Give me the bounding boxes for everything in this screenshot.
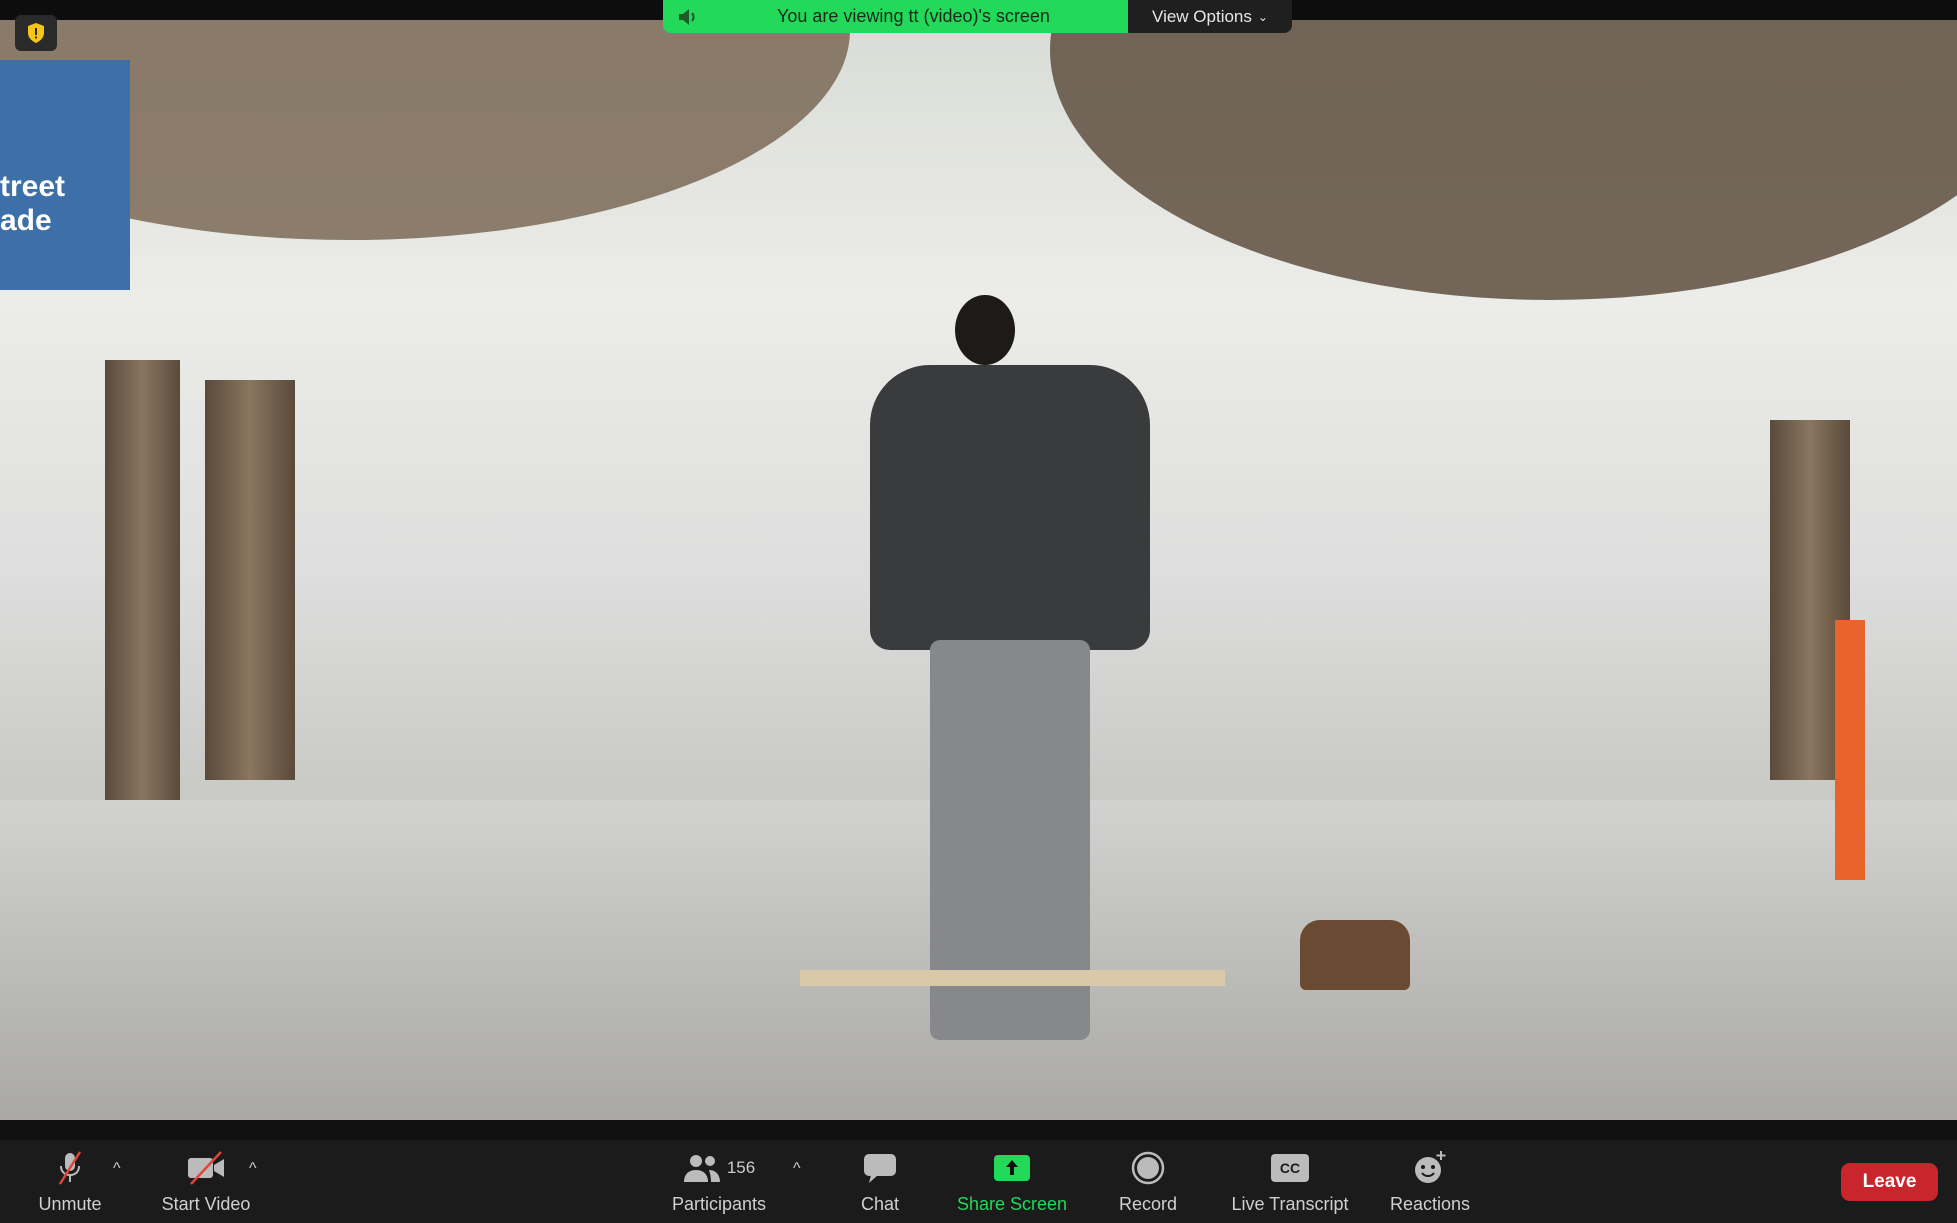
banner-text: You are viewing tt (video)'s screen [777,6,1050,26]
live-transcript-button[interactable]: CC Live Transcript [1225,1150,1355,1215]
chat-bubble-icon [864,1154,896,1183]
video-options-caret[interactable]: ^ [249,1160,257,1178]
record-icon [1131,1151,1165,1185]
audio-options-caret[interactable]: ^ [113,1160,121,1178]
chevron-down-icon: ⌄ [1257,9,1268,24]
chat-button[interactable]: Chat [815,1150,945,1215]
participants-icon [683,1155,720,1182]
reactions-smiley-icon [1415,1151,1446,1183]
viewing-banner: You are viewing tt (video)'s screen [663,0,1128,33]
video-off-icon [188,1151,224,1185]
share-screen-icon [994,1155,1030,1181]
shoes [1300,920,1410,990]
reactions-button[interactable]: Reactions [1365,1150,1495,1215]
record-button[interactable]: Record [1083,1150,1213,1215]
traffic-cone [1835,620,1865,880]
security-shield-icon[interactable] [15,15,57,51]
view-options-label: View Options [1152,6,1252,26]
participants-button[interactable]: 156 Participants [654,1150,784,1215]
share-screen-button[interactable]: Share Screen [947,1150,1077,1215]
participant-count: 156 [726,1158,756,1177]
view-options-button[interactable]: View Options ⌄ [1128,0,1292,33]
wooden-board [800,970,1225,986]
shared-video-screen: treet ade [0,20,1957,1120]
meeting-toolbar: Unmute ^ Start Video ^ 156 Participants … [0,1120,1957,1223]
muted-microphone-icon [58,1151,82,1185]
closed-caption-icon: CC [1271,1154,1309,1182]
speaker-icon[interactable] [677,8,699,26]
participants-options-caret[interactable]: ^ [793,1160,801,1178]
street-sign: treet ade [0,60,130,290]
leave-button[interactable]: Leave [1841,1163,1938,1201]
